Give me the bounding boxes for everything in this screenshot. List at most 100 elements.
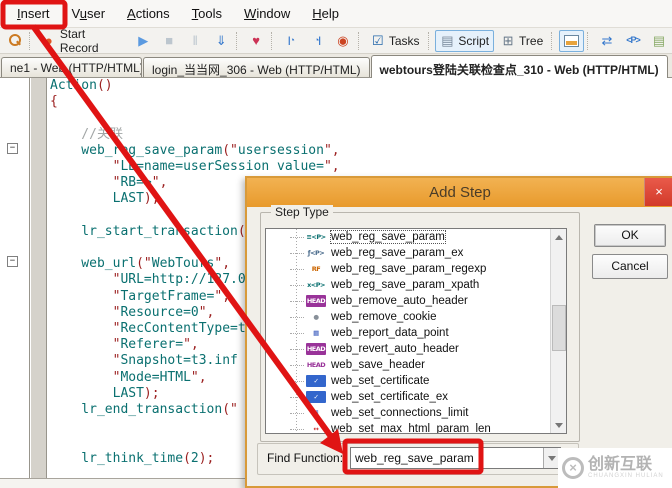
web-reg-save-param-ex-icon: ƒ<P> — [306, 247, 326, 259]
form-icon[interactable]: ▤ — [647, 30, 671, 52]
start-record-button[interactable]: ●Start Record — [37, 30, 129, 52]
tab-webtours-310[interactable]: webtours登陆关联检查点_310 - Web (HTTP/HTML) — [371, 55, 668, 78]
step-type-item[interactable]: HEAD web_save_header — [266, 357, 550, 373]
fold-toggle[interactable]: − — [7, 256, 18, 267]
tasks-button-glyph: ☑ — [371, 34, 385, 47]
end-transaction-icon[interactable]: ◔| — [305, 30, 329, 52]
step-type-item-label: web_save_header — [331, 359, 425, 371]
close-icon[interactable]: × — [644, 178, 672, 206]
ok-button[interactable]: OK — [594, 224, 666, 247]
tree-guide — [290, 397, 304, 398]
compile-icon[interactable]: ⇓ — [209, 30, 233, 52]
code-line — [50, 110, 672, 126]
menu-item-vuser[interactable]: Vuser — [61, 2, 117, 25]
web-set-max-html-param-len-icon: ↔ — [306, 423, 326, 433]
tree-guide — [290, 237, 304, 238]
web-save-header-icon: HEAD — [306, 359, 326, 371]
toolbar-separator — [29, 32, 34, 50]
swap-icon[interactable]: ⇄ — [595, 30, 619, 52]
step-type-item-label: web_set_connections_limit — [331, 407, 468, 419]
watermark-subtext: CHUANGXIN HULIAN — [588, 473, 664, 479]
step-type-item[interactable]: ƒ<P> web_reg_save_param_ex — [266, 245, 550, 261]
list-scrollbar[interactable] — [550, 229, 566, 433]
tree-guide — [290, 413, 304, 414]
pause-icon-glyph: ‖ — [188, 34, 202, 47]
run-icon[interactable]: ▶ — [131, 30, 155, 52]
step-type-item-label: web_remove_cookie — [331, 311, 436, 323]
tab-login-306-web[interactable]: login_当当网_306 - Web (HTTP/HTML) — [143, 57, 370, 77]
toolbar-separator — [551, 32, 556, 50]
web-remove-cookie-icon: ● — [306, 311, 326, 323]
parameter-page-icon[interactable]: <P> — [621, 30, 645, 52]
toolbar-separator — [271, 32, 276, 50]
parameter-page-icon-glyph: <P> — [626, 34, 640, 47]
menu-item-tools[interactable]: Tools — [181, 2, 233, 25]
find-function-value: web_reg_save_param — [355, 451, 474, 465]
tab-ne1-web-http-html[interactable]: ne1 - Web (HTTP/HTML) — [1, 57, 142, 77]
step-type-item[interactable]: ✓web_set_certificate — [266, 373, 550, 389]
watermark: × 创新互联 CHUANGXIN HULIAN — [558, 448, 672, 488]
pause-icon[interactable]: ‖ — [183, 30, 207, 52]
code-line: Action() — [50, 78, 672, 94]
toolbar-separator — [358, 32, 363, 50]
menu-item-help[interactable]: Help — [301, 2, 350, 25]
step-type-item[interactable]: HEADweb_remove_auto_header — [266, 293, 550, 309]
step-type-item[interactable]: ↔ web_set_max_html_param_len — [266, 421, 550, 433]
new-transaction-icon[interactable]: ♥ — [244, 30, 268, 52]
step-type-item[interactable]: RFweb_reg_save_param_regexp — [266, 261, 550, 277]
step-type-item[interactable]: ● web_remove_cookie — [266, 309, 550, 325]
show-output-pane-button[interactable] — [559, 30, 584, 52]
fold-toggle[interactable]: − — [7, 143, 18, 154]
toolbar-separator — [428, 32, 433, 50]
tree-button[interactable]: ⊞Tree — [496, 30, 548, 52]
cancel-button[interactable]: Cancel — [592, 254, 668, 279]
script-button[interactable]: ▤ Script — [435, 30, 494, 52]
tree-guide — [290, 285, 304, 286]
web-reg-save-param-xpath-icon: x<P> — [306, 279, 326, 291]
step-type-item-label: web_set_max_html_param_len — [331, 423, 491, 433]
tasks-button[interactable]: ☑ Tasks — [366, 30, 425, 52]
scrollbar-thumb[interactable] — [552, 305, 566, 351]
rendezvous-icon-glyph: ◉ — [336, 34, 350, 47]
step-type-item-label: web_reg_save_param_ex — [331, 247, 463, 259]
step-type-item[interactable]: x<P>web_reg_save_param_xpath — [266, 277, 550, 293]
stop-icon[interactable]: ■ — [157, 30, 181, 52]
add-step-dialog: Add Step × Step Type ≡<P>web_reg_save_pa… — [245, 176, 672, 488]
tree-guide — [290, 333, 304, 334]
code-line: "LB=name=userSession value=", — [50, 159, 672, 175]
step-type-item-label: web_set_certificate — [331, 375, 429, 387]
scroll-down-icon[interactable] — [551, 417, 567, 433]
vugen-window: InsertVuserActionsToolsWindowHelp ●Start… — [0, 0, 672, 488]
tree-guide — [290, 429, 304, 430]
rendezvous-icon[interactable]: ◉ — [331, 30, 355, 52]
step-type-list[interactable]: ≡<P>web_reg_save_param ƒ<P> web_reg_save_p… — [265, 228, 567, 434]
step-type-item[interactable]: ▦web_report_data_point — [266, 325, 550, 341]
magnifier-glyph — [8, 34, 21, 47]
menu-item-insert[interactable]: Insert — [6, 2, 61, 25]
step-type-item[interactable]: ≡<P>web_reg_save_param — [266, 229, 550, 245]
step-type-item-label: web_reg_save_param — [331, 231, 445, 243]
code-line: { — [50, 94, 672, 110]
tree-guide — [290, 301, 304, 302]
web-set-connections-limit-icon: ≣ — [306, 407, 326, 419]
step-type-item[interactable]: ✓web_set_certificate_ex — [266, 389, 550, 405]
script-button-glyph: ▤ — [440, 34, 454, 47]
find-function-combobox[interactable]: web_reg_save_param — [350, 447, 561, 469]
tree-guide — [290, 317, 304, 318]
tree-guide — [290, 253, 304, 254]
zoom-icon[interactable] — [3, 30, 26, 52]
start-transaction-icon-glyph: |◔ — [284, 34, 298, 47]
step-type-item[interactable]: HEADweb_revert_auto_header — [266, 341, 550, 357]
watermark-text: 创新互联 — [588, 457, 664, 473]
tasks-button-label: Tasks — [389, 34, 420, 48]
run-icon-glyph: ▶ — [136, 34, 150, 47]
tree-guide — [290, 365, 304, 366]
step-type-item[interactable]: ≣ web_set_connections_limit — [266, 405, 550, 421]
script-button-label: Script — [458, 34, 489, 48]
menu-item-window[interactable]: Window — [233, 2, 301, 25]
scroll-up-icon[interactable] — [551, 229, 567, 245]
menu-item-actions[interactable]: Actions — [116, 2, 181, 25]
script-tab-bar: ne1 - Web (HTTP/HTML)login_当当网_306 - Web… — [0, 54, 672, 78]
start-transaction-icon[interactable]: |◔ — [279, 30, 303, 52]
layout-glyph — [564, 35, 579, 47]
